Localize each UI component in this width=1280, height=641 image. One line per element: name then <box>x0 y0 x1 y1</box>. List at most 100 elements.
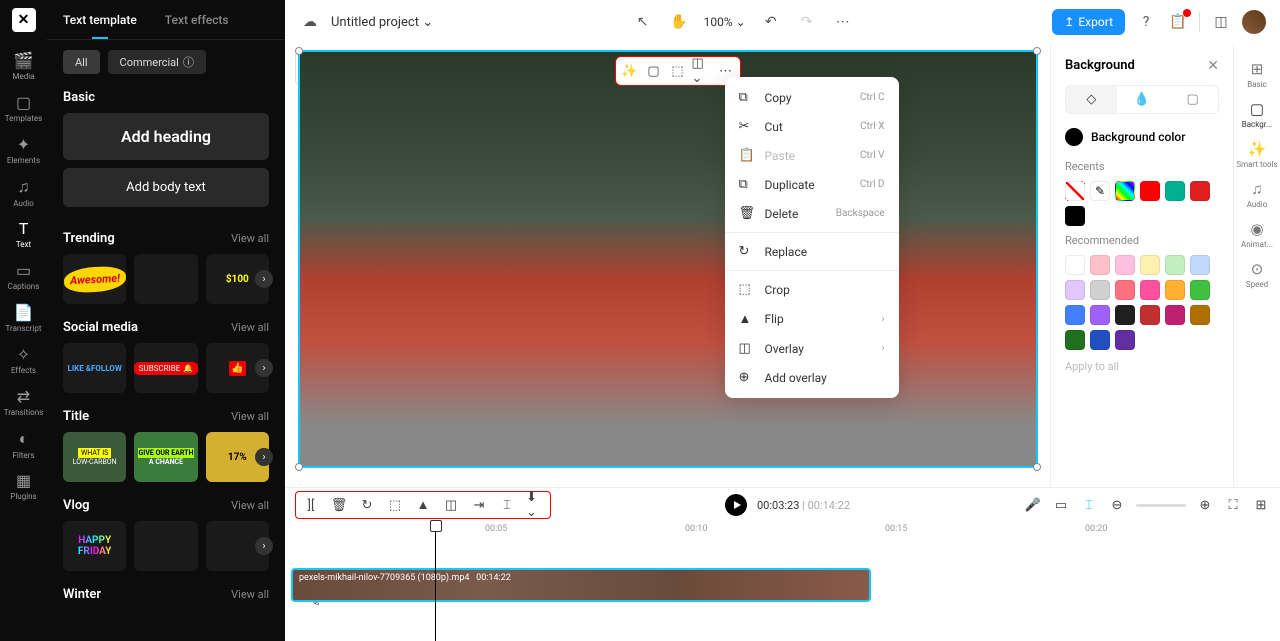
export-button[interactable]: ↥Export <box>1052 9 1125 35</box>
cursor-tl-icon[interactable]: ⌶ <box>1080 496 1098 514</box>
close-panel-icon[interactable]: ✕ <box>1207 58 1219 74</box>
vlog-thumb-2[interactable] <box>134 521 197 571</box>
rotate-icon[interactable]: ↻ <box>358 496 376 514</box>
nav-transitions[interactable]: ⇄Transitions <box>0 382 47 422</box>
nav-text[interactable]: TText <box>0 214 47 254</box>
zoom-in-icon[interactable]: ⊕ <box>1196 496 1214 514</box>
download-icon[interactable]: ⬇ ⌄ <box>526 496 544 514</box>
recommended-swatch[interactable] <box>1140 255 1160 275</box>
title-next[interactable]: › <box>255 448 273 466</box>
recommended-swatch[interactable] <box>1115 280 1135 300</box>
resize-handle-tr[interactable] <box>1033 47 1041 55</box>
chip-all[interactable]: All <box>63 50 100 74</box>
view-all-title[interactable]: View all <box>231 410 269 423</box>
vlog-thumb-1[interactable]: HAPPYFRIDAY <box>63 521 126 571</box>
nav-effects[interactable]: ✧Effects <box>0 340 47 380</box>
recommended-swatch[interactable] <box>1065 255 1085 275</box>
cloud-icon[interactable]: ☁ <box>299 11 321 33</box>
nav-captions[interactable]: ▭Captions <box>0 256 47 296</box>
video-frame[interactable]: ✨ ▢ ⬚ ◫ ⌄ ⋯ ⧉CopyCtrl C ✂CutCtrl X 📋Past… <box>298 50 1038 468</box>
notifications-icon[interactable]: 📋 <box>1167 11 1189 33</box>
zoom-level[interactable]: 100% ⌄ <box>704 15 746 29</box>
recommended-swatch[interactable] <box>1090 330 1110 350</box>
ctx-overlay[interactable]: ◫Overlay› <box>725 334 899 363</box>
add-body-text-button[interactable]: Add body text <box>63 168 269 207</box>
recommended-swatch[interactable] <box>1140 305 1160 325</box>
playhead[interactable] <box>435 522 436 641</box>
overlay-tool-icon[interactable]: ◫ ⌄ <box>692 61 712 81</box>
view-all-social[interactable]: View all <box>231 321 269 334</box>
captions-tl-icon[interactable]: ▭ <box>1052 496 1070 514</box>
ctx-flip[interactable]: ▲Flip› <box>725 304 899 334</box>
resize-handle-tl[interactable] <box>295 47 303 55</box>
chip-commercial[interactable]: Commercialⓘ <box>108 50 206 74</box>
crop-tool-icon[interactable]: ⬚ <box>668 61 688 81</box>
ctx-crop[interactable]: ⬚Crop <box>725 275 899 304</box>
recommended-swatch[interactable] <box>1165 255 1185 275</box>
frame-tool-icon[interactable]: ▢ <box>644 61 664 81</box>
recommended-swatch[interactable] <box>1090 305 1110 325</box>
layout-icon[interactable]: ◫ <box>1210 11 1232 33</box>
timeline-clip[interactable]: pexels-mikhail-nilov-7709365 (1080p).mp4… <box>291 568 871 602</box>
mirror-icon[interactable]: ▲ <box>414 496 432 514</box>
ai-tool-icon[interactable]: ✨ <box>620 61 640 81</box>
nav-media[interactable]: 🎬Media <box>0 46 47 86</box>
apply-to-all[interactable]: Apply to all <box>1065 360 1219 373</box>
nav-audio[interactable]: ♫Audio <box>0 172 47 212</box>
recommended-swatch[interactable] <box>1140 280 1160 300</box>
delete-clip-icon[interactable]: 🗑 <box>330 496 348 514</box>
rnav-smart[interactable]: ✨Smart tools <box>1234 134 1280 174</box>
btab-color[interactable]: ◇ <box>1066 86 1117 113</box>
recent-swatch[interactable] <box>1165 181 1185 201</box>
cursor-tool[interactable]: ↖ <box>632 11 654 33</box>
title-thumb-2[interactable]: GIVE OUR EARTHA CHANCE <box>134 432 197 482</box>
swatch-none[interactable] <box>1065 181 1085 201</box>
zoom-out-icon[interactable]: ⊖ <box>1108 496 1126 514</box>
ctx-delete[interactable]: 🗑DeleteBackspace <box>725 199 899 228</box>
magnet-icon[interactable]: ⌶ <box>498 496 516 514</box>
project-title[interactable]: Untitled project ⌄ <box>331 15 433 30</box>
undo-button[interactable]: ↶ <box>760 11 782 33</box>
swatch-rainbow[interactable] <box>1115 181 1135 201</box>
recent-swatch[interactable] <box>1065 206 1085 226</box>
settings-tl-icon[interactable]: ⊞ <box>1252 496 1270 514</box>
recommended-swatch[interactable] <box>1115 305 1135 325</box>
resize-handle-br[interactable] <box>1033 463 1041 471</box>
recommended-swatch[interactable] <box>1065 280 1085 300</box>
recommended-swatch[interactable] <box>1190 280 1210 300</box>
more-top-icon[interactable]: ⋯ <box>832 11 854 33</box>
user-avatar[interactable] <box>1242 10 1266 34</box>
redo-button[interactable]: ↷ <box>796 11 818 33</box>
snap-icon[interactable]: ⇥ <box>470 496 488 514</box>
crop-clip-icon[interactable]: ⬚ <box>386 496 404 514</box>
split-icon[interactable]: ][ <box>302 496 320 514</box>
vlog-next[interactable]: › <box>255 537 273 555</box>
hand-tool[interactable]: ✋ <box>668 11 690 33</box>
rnav-speed[interactable]: ⊙Speed <box>1234 254 1280 294</box>
play-button[interactable] <box>725 494 747 516</box>
mic-icon[interactable]: 🎤 <box>1024 496 1042 514</box>
rnav-background[interactable]: ▢Backgr... <box>1234 94 1280 134</box>
recommended-swatch[interactable] <box>1065 305 1085 325</box>
nav-filters[interactable]: ◐Filters <box>0 424 47 464</box>
current-color-swatch[interactable] <box>1065 128 1083 146</box>
recommended-swatch[interactable] <box>1165 280 1185 300</box>
trending-next[interactable]: › <box>255 270 273 288</box>
rnav-animation[interactable]: ◉Animat... <box>1234 214 1280 254</box>
align-icon[interactable]: ◫ <box>442 496 460 514</box>
ctx-duplicate[interactable]: ⧉DuplicateCtrl D <box>725 170 899 199</box>
view-all-trending[interactable]: View all <box>231 232 269 245</box>
recommended-swatch[interactable] <box>1090 255 1110 275</box>
swatch-picker[interactable]: ✎ <box>1090 181 1110 201</box>
ctx-cut[interactable]: ✂CutCtrl X <box>725 112 899 141</box>
recommended-swatch[interactable] <box>1190 255 1210 275</box>
app-logo[interactable]: ✕ <box>12 8 36 32</box>
fit-icon[interactable]: ⛶ <box>1224 496 1242 514</box>
btab-image[interactable]: ▢ <box>1167 86 1218 113</box>
view-all-winter[interactable]: View all <box>231 588 269 601</box>
help-icon[interactable]: ? <box>1135 11 1157 33</box>
recommended-swatch[interactable] <box>1165 305 1185 325</box>
recent-swatch[interactable] <box>1190 181 1210 201</box>
btab-blur[interactable]: 💧 <box>1117 86 1168 113</box>
recommended-swatch[interactable] <box>1090 280 1110 300</box>
